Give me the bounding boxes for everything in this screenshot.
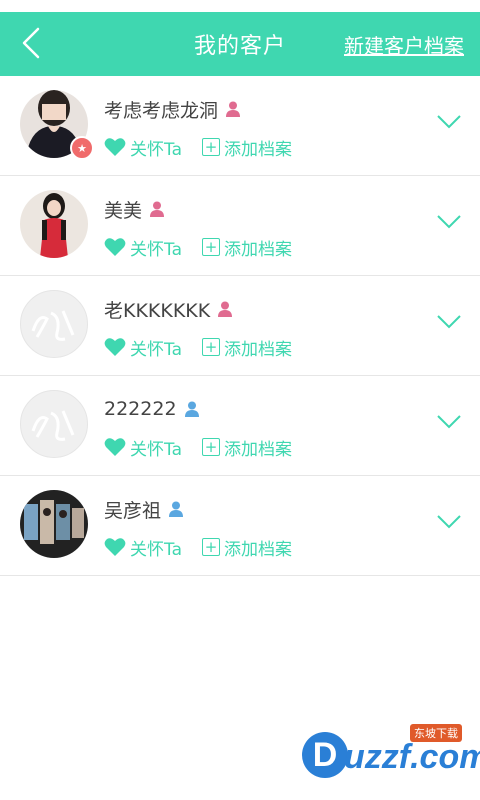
care-label: 关怀Ta <box>130 239 182 260</box>
add-profile-label: 添加档案 <box>224 239 292 260</box>
care-button[interactable]: 关怀Ta <box>104 235 182 260</box>
add-profile-label: 添加档案 <box>224 139 292 160</box>
customer-name: 222222 <box>104 398 177 420</box>
add-profile-button[interactable]: + 添加档案 <box>202 335 292 360</box>
female-person-icon <box>224 100 242 118</box>
heart-icon <box>104 338 126 356</box>
add-profile-button[interactable]: + 添加档案 <box>202 435 292 460</box>
avatar[interactable] <box>20 290 88 358</box>
add-box-icon: + <box>202 338 220 356</box>
add-profile-label: 添加档案 <box>224 439 292 460</box>
care-button[interactable]: 关怀Ta <box>104 135 182 160</box>
heart-icon <box>104 438 126 456</box>
placeholder-logo-icon <box>31 410 75 441</box>
list-item[interactable]: 222222 关怀Ta + 添加档案 <box>0 376 480 476</box>
customer-name: 美美 <box>104 199 143 222</box>
care-label: 关怀Ta <box>130 439 182 460</box>
customer-list: ★ 考虑考虑龙洞 关怀Ta + 添加档案 美美 关怀Ta + 添加档案 老KKK… <box>0 76 480 576</box>
chevron-down-icon[interactable] <box>436 314 462 330</box>
avatar[interactable] <box>20 190 88 258</box>
female-person-icon <box>216 300 234 318</box>
care-button[interactable]: 关怀Ta <box>104 335 182 360</box>
list-item[interactable]: 老KKKKKKK 关怀Ta + 添加档案 <box>0 276 480 376</box>
chevron-down-icon[interactable] <box>436 114 462 130</box>
female-person-icon <box>148 200 166 218</box>
customer-name: 老KKKKKKK <box>104 299 211 322</box>
new-customer-link[interactable]: 新建客户档案 <box>344 12 464 76</box>
star-badge-icon: ★ <box>70 136 94 160</box>
heart-icon <box>104 138 126 156</box>
add-box-icon: + <box>202 238 220 256</box>
chevron-down-icon[interactable] <box>436 214 462 230</box>
list-item[interactable]: 美美 关怀Ta + 添加档案 <box>0 176 480 276</box>
site-watermark: D uzzf.com 东坡下载 <box>302 724 480 782</box>
add-box-icon: + <box>202 138 220 156</box>
care-label: 关怀Ta <box>130 339 182 360</box>
watermark-logo-icon: D <box>302 732 348 778</box>
care-button[interactable]: 关怀Ta <box>104 535 182 560</box>
male-person-icon <box>183 400 201 418</box>
placeholder-logo-icon <box>31 310 75 341</box>
app-header: 我的客户 新建客户档案 <box>0 12 480 76</box>
avatar[interactable] <box>20 390 88 458</box>
add-profile-label: 添加档案 <box>224 539 292 560</box>
care-label: 关怀Ta <box>130 539 182 560</box>
watermark-brand: uzzf.com <box>344 738 480 776</box>
list-item[interactable]: ★ 考虑考虑龙洞 关怀Ta + 添加档案 <box>0 76 480 176</box>
add-box-icon: + <box>202 438 220 456</box>
add-profile-button[interactable]: + 添加档案 <box>202 535 292 560</box>
customer-name: 考虑考虑龙洞 <box>104 99 219 122</box>
care-button[interactable]: 关怀Ta <box>104 435 182 460</box>
heart-icon <box>104 238 126 256</box>
status-bar <box>0 0 480 12</box>
chevron-down-icon[interactable] <box>436 514 462 530</box>
male-person-icon <box>167 500 185 518</box>
add-box-icon: + <box>202 538 220 556</box>
heart-icon <box>104 538 126 556</box>
customer-name: 吴彦祖 <box>104 499 162 522</box>
chevron-down-icon[interactable] <box>436 414 462 430</box>
add-profile-label: 添加档案 <box>224 339 292 360</box>
avatar[interactable] <box>20 490 88 558</box>
list-item[interactable]: 吴彦祖 关怀Ta + 添加档案 <box>0 476 480 576</box>
add-profile-button[interactable]: + 添加档案 <box>202 135 292 160</box>
watermark-tag: 东坡下载 <box>410 724 462 742</box>
care-label: 关怀Ta <box>130 139 182 160</box>
add-profile-button[interactable]: + 添加档案 <box>202 235 292 260</box>
